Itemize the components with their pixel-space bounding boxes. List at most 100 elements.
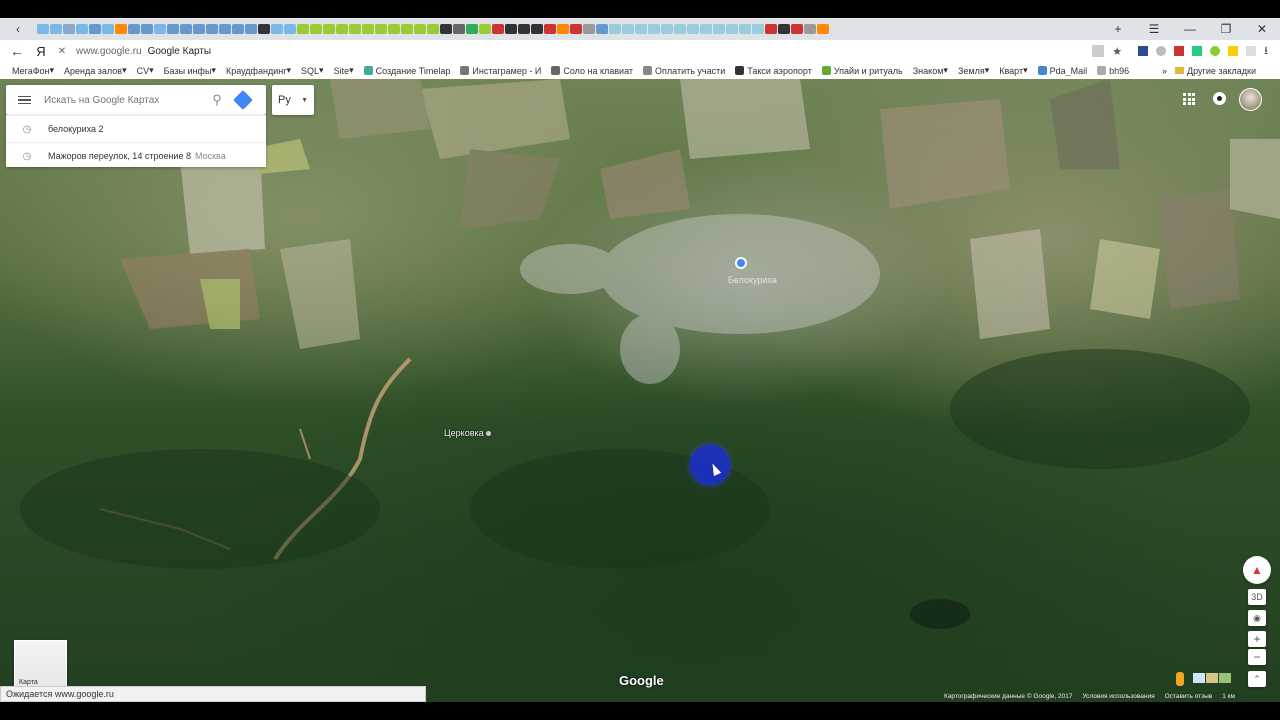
zoom-in-button[interactable]: + bbox=[1248, 631, 1266, 647]
tab-favicon-icon[interactable] bbox=[101, 24, 114, 34]
tab-favicon-icon[interactable] bbox=[218, 24, 231, 34]
other-bookmarks[interactable]: Другие закладки bbox=[1175, 66, 1256, 76]
tab-favicon-icon[interactable] bbox=[127, 24, 140, 34]
apps-grid-icon[interactable] bbox=[1183, 93, 1195, 105]
tab-scroll-left-icon[interactable]: ‹ bbox=[0, 22, 36, 36]
search-icon[interactable]: ⚲ bbox=[204, 92, 230, 108]
tab-favicon-icon[interactable] bbox=[452, 24, 465, 34]
compass-control[interactable]: ▲ bbox=[1243, 556, 1271, 584]
bookmark-item[interactable]: Аренда залов ▾ bbox=[64, 65, 127, 76]
city-label[interactable]: Белокуриха bbox=[728, 275, 777, 285]
tab-favicon-icon[interactable] bbox=[62, 24, 75, 34]
minimize-button[interactable]: — bbox=[1172, 22, 1208, 36]
tab-favicon-icon[interactable] bbox=[140, 24, 153, 34]
tab-favicon-icon[interactable] bbox=[244, 24, 257, 34]
satellite-map[interactable]: Белокуриха Церковка Google ▲ 3D ◉ + − ⌃ … bbox=[0, 79, 1280, 702]
tab-favicon-icon[interactable] bbox=[322, 24, 335, 34]
bookmark-item[interactable]: МегаФон ▾ bbox=[12, 65, 54, 76]
tab-favicon-icon[interactable] bbox=[36, 24, 49, 34]
close-button[interactable]: ✕ bbox=[1244, 22, 1280, 36]
tab-favicon-icon[interactable] bbox=[439, 24, 452, 34]
tab-favicon-icon[interactable] bbox=[634, 24, 647, 34]
tab-favicon-icon[interactable] bbox=[400, 24, 413, 34]
tab-favicon-icon[interactable] bbox=[296, 24, 309, 34]
tab-favicon-icon[interactable] bbox=[673, 24, 686, 34]
tab-favicon-icon[interactable] bbox=[803, 24, 816, 34]
tab-favicon-icon[interactable] bbox=[283, 24, 296, 34]
tab-favicon-icon[interactable] bbox=[621, 24, 634, 34]
tab-favicon-icon[interactable] bbox=[569, 24, 582, 34]
tab-favicon-icon[interactable] bbox=[374, 24, 387, 34]
tab-favicon-icon[interactable] bbox=[751, 24, 764, 34]
more-bookmarks-icon[interactable]: » bbox=[1162, 66, 1167, 76]
place-label[interactable]: Церковка bbox=[444, 428, 491, 438]
tab-favicon-icon[interactable] bbox=[166, 24, 179, 34]
tab-favicon-icon[interactable] bbox=[530, 24, 543, 34]
language-select[interactable]: Ру ▼ bbox=[272, 85, 314, 115]
tab-favicon-icon[interactable] bbox=[712, 24, 725, 34]
tab-favicon-icon[interactable] bbox=[738, 24, 751, 34]
url-field[interactable]: www.google.ru Google Карты bbox=[76, 46, 1092, 57]
pegman-icon[interactable] bbox=[1176, 672, 1184, 686]
tab-favicon-icon[interactable] bbox=[816, 24, 829, 34]
bookmark-item[interactable]: Соло на клавиат bbox=[551, 66, 633, 76]
tab-favicon-icon[interactable] bbox=[465, 24, 478, 34]
tab-favicon-icon[interactable] bbox=[543, 24, 556, 34]
history-item[interactable]: ◷ Мажоров переулок, 14 строение 8 Москва bbox=[6, 142, 266, 169]
tab-favicon-icon[interactable] bbox=[387, 24, 400, 34]
bookmark-item[interactable]: SQL ▾ bbox=[301, 65, 324, 76]
tab-strip[interactable]: ‹ + ☰ — ❐ ✕ bbox=[0, 18, 1280, 40]
user-avatar[interactable] bbox=[1239, 88, 1262, 111]
tab-favicon-icon[interactable] bbox=[426, 24, 439, 34]
tab-favicon-icon[interactable] bbox=[257, 24, 270, 34]
map-layer-toggle[interactable]: Карта bbox=[14, 640, 67, 689]
tab-favicon-icon[interactable] bbox=[192, 24, 205, 34]
zoom-out-button[interactable]: − bbox=[1248, 649, 1266, 665]
my-location-button[interactable]: ◉ bbox=[1248, 610, 1266, 626]
tab-favicon-icon[interactable] bbox=[764, 24, 777, 34]
tab-favicon-icon[interactable] bbox=[153, 24, 166, 34]
bookmark-item[interactable]: Инстаграмер - И bbox=[460, 66, 541, 76]
new-tab-button[interactable]: + bbox=[1100, 22, 1136, 36]
pinned-tabs[interactable] bbox=[36, 24, 1100, 34]
tab-favicon-icon[interactable] bbox=[114, 24, 127, 34]
tab-favicon-icon[interactable] bbox=[699, 24, 712, 34]
terms-link[interactable]: Условия использования bbox=[1082, 693, 1154, 700]
bookmark-item[interactable]: Знаком ▾ bbox=[913, 65, 948, 76]
tab-favicon-icon[interactable] bbox=[556, 24, 569, 34]
tab-favicon-icon[interactable] bbox=[335, 24, 348, 34]
tab-favicon-icon[interactable] bbox=[75, 24, 88, 34]
tilt-3d-button[interactable]: 3D bbox=[1248, 589, 1266, 605]
bookmark-item[interactable]: Оплатить участи bbox=[643, 66, 725, 76]
bookmark-item[interactable]: Упайи и ритуаль bbox=[821, 66, 903, 76]
tab-favicon-icon[interactable] bbox=[790, 24, 803, 34]
extension-icons[interactable] bbox=[1138, 46, 1257, 56]
tab-favicon-icon[interactable] bbox=[231, 24, 244, 34]
tab-favicon-icon[interactable] bbox=[413, 24, 426, 34]
tab-favicon-icon[interactable] bbox=[270, 24, 283, 34]
restore-button[interactable]: ❐ bbox=[1208, 22, 1244, 36]
tab-favicon-icon[interactable] bbox=[686, 24, 699, 34]
yandex-logo[interactable]: Я bbox=[28, 44, 54, 59]
bookmark-item[interactable]: Земля ▾ bbox=[958, 65, 989, 76]
tab-favicon-icon[interactable] bbox=[504, 24, 517, 34]
history-item[interactable]: ◷ белокуриха 2 bbox=[6, 115, 266, 142]
bookmark-item[interactable]: Такси аэропорт bbox=[735, 66, 812, 76]
bookmark-item[interactable]: Краудфандинг ▾ bbox=[226, 65, 291, 76]
tab-favicon-icon[interactable] bbox=[348, 24, 361, 34]
bookmark-item[interactable]: Кварт ▾ bbox=[999, 65, 1027, 76]
tab-favicon-icon[interactable] bbox=[517, 24, 530, 34]
tab-favicon-icon[interactable] bbox=[608, 24, 621, 34]
tab-favicon-icon[interactable] bbox=[595, 24, 608, 34]
bookmark-item[interactable]: Базы инфы ▾ bbox=[164, 65, 216, 76]
tab-favicon-icon[interactable] bbox=[88, 24, 101, 34]
tab-favicon-icon[interactable] bbox=[309, 24, 322, 34]
tab-favicon-icon[interactable] bbox=[777, 24, 790, 34]
tab-favicon-icon[interactable] bbox=[49, 24, 62, 34]
tab-favicon-icon[interactable] bbox=[491, 24, 504, 34]
bookmark-star-icon[interactable]: ★ bbox=[1112, 45, 1122, 58]
reader-icon[interactable] bbox=[1092, 45, 1105, 57]
city-pin-icon[interactable] bbox=[735, 257, 747, 269]
back-arrow-icon[interactable]: ← bbox=[6, 43, 28, 59]
tab-favicon-icon[interactable] bbox=[361, 24, 374, 34]
